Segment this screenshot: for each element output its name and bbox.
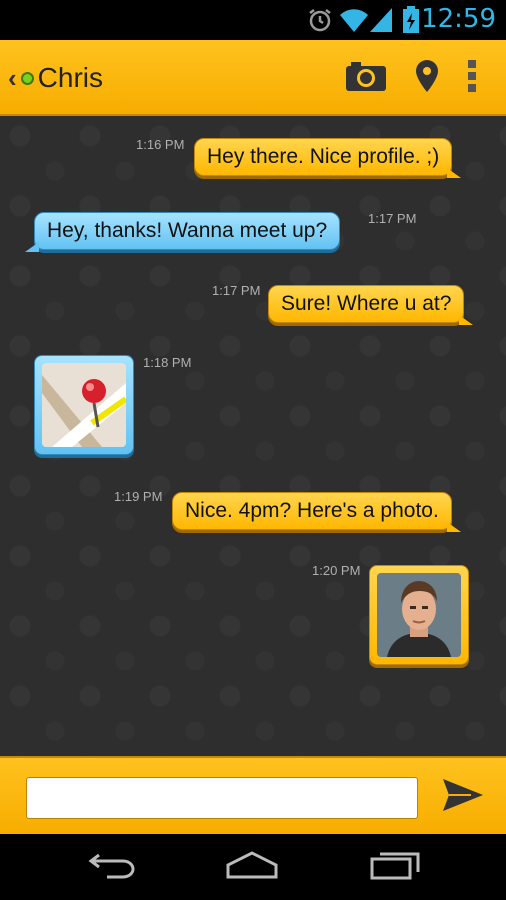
nav-back-icon	[87, 851, 137, 884]
message-bubble-body: Nice. 4pm? Here's a photo.	[172, 492, 461, 532]
message-bubble-incoming[interactable]: Hey, thanks! Wanna meet up?	[25, 212, 341, 252]
back-button[interactable]: ‹ Chris	[8, 40, 168, 116]
map-pin-icon	[415, 59, 439, 98]
message-timestamp: 1:16 PM	[136, 137, 185, 152]
location-button[interactable]	[404, 40, 450, 116]
online-status-indicator	[20, 71, 34, 85]
camera-icon	[345, 60, 387, 97]
message-text: Hey, thanks! Wanna meet up?	[47, 219, 328, 242]
message-timestamp: 1:20 PM	[312, 563, 361, 578]
nav-back-button[interactable]	[52, 834, 172, 900]
location-message[interactable]	[34, 355, 134, 455]
alarm-icon	[306, 6, 334, 39]
message-text: Nice. 4pm? Here's a photo.	[185, 499, 439, 522]
message-text: Sure! Where u at?	[281, 292, 452, 315]
message-composer	[0, 756, 506, 834]
nav-home-icon	[225, 850, 279, 884]
message-bubble-body: Hey there. Nice profile. ;)	[194, 138, 462, 178]
message-input[interactable]	[26, 777, 418, 819]
clock: 12:59	[421, 4, 496, 34]
nav-recents-icon	[370, 850, 422, 885]
send-icon	[441, 777, 485, 818]
signal-icon	[368, 6, 394, 39]
chat-header: ‹ Chris	[0, 40, 506, 116]
message-timestamp: 1:17 PM	[368, 211, 417, 226]
message-timestamp: 1:19 PM	[114, 489, 163, 504]
map-location-icon	[42, 363, 128, 452]
system-navigation-bar	[0, 834, 506, 900]
battery-icon	[402, 6, 420, 39]
photo-message[interactable]	[369, 565, 469, 665]
photo-thumbnail	[377, 573, 461, 662]
contact-name: Chris	[37, 62, 104, 93]
nav-recents-button[interactable]	[336, 834, 456, 900]
overflow-menu-icon	[467, 59, 477, 98]
message-timestamp: 1:17 PM	[212, 283, 261, 298]
chevron-left-icon: ‹	[8, 62, 17, 93]
status-bar: 12:59	[0, 0, 506, 40]
wifi-icon	[338, 6, 370, 39]
message-list[interactable]: 1:16 PM Hey there. Nice profile. ;) Hey,…	[0, 116, 506, 756]
message-bubble-body: Sure! Where u at?	[268, 285, 474, 325]
message-bubble-outgoing[interactable]: Nice. 4pm? Here's a photo.	[172, 492, 461, 532]
overflow-menu-button[interactable]	[456, 40, 488, 116]
message-bubble-outgoing[interactable]: Sure! Where u at?	[268, 285, 474, 325]
message-timestamp: 1:18 PM	[143, 355, 192, 370]
message-bubble-outgoing[interactable]: Hey there. Nice profile. ;)	[194, 138, 462, 178]
message-bubble-body: Hey, thanks! Wanna meet up?	[25, 212, 341, 252]
nav-home-button[interactable]	[192, 834, 312, 900]
message-text: Hey there. Nice profile. ;)	[207, 145, 440, 168]
camera-button[interactable]	[338, 40, 394, 116]
send-button[interactable]	[436, 772, 490, 822]
